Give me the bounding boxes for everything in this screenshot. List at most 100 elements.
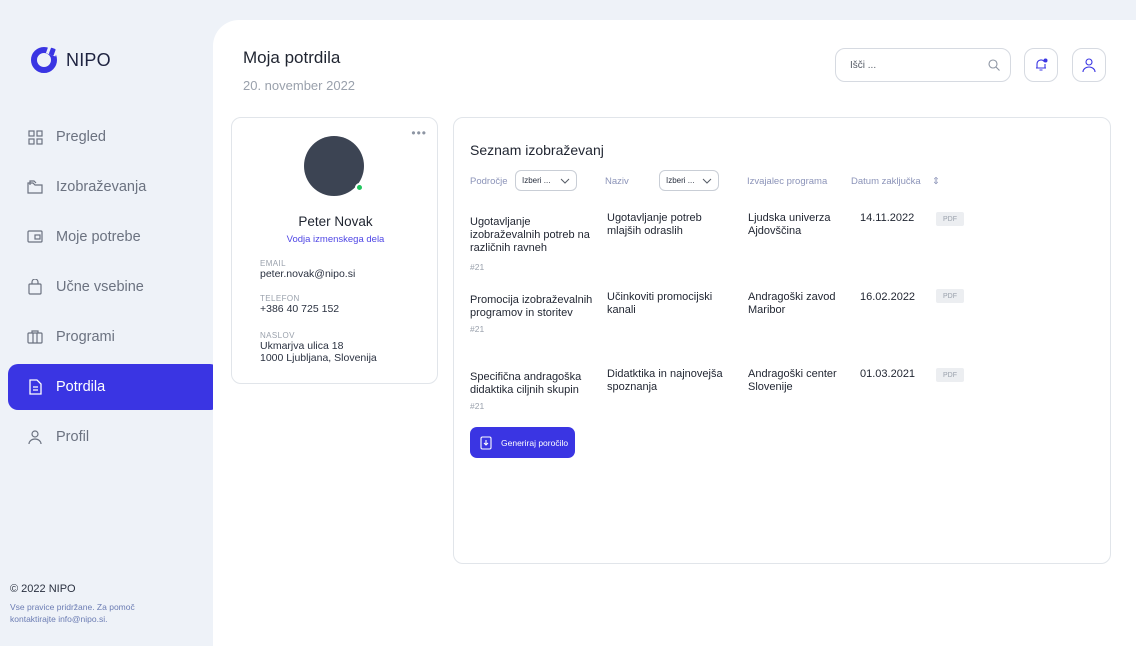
table-row-area: Ugotavljanje izobraževalnih potreb na ra… [470,216,590,255]
page-date: 20. november 2022 [243,78,356,93]
list-title: Seznam izobraževanj [470,142,604,158]
table-row-provider: Andragoški zavod Maribor [748,291,835,317]
generate-report-label: Generiraj poročilo [501,437,569,448]
provider-line: Ljudska univerza [748,212,831,224]
area-line: različnih ravneh [470,242,548,254]
generate-report-button[interactable]: Generiraj poročilo [470,427,575,458]
email-info: EMAIL peter.novak@nipo.si [260,259,355,280]
email-label: EMAIL [260,259,287,268]
table-row-provider: Ljudska univerza Ajdovščina [748,212,831,238]
footer-contact-line: kontaktirajte info@nipo.si. [10,614,108,624]
pdf-download-button[interactable]: PDF [936,368,964,382]
sidebar-item-label: Moje potrebe [56,229,141,245]
area-line: Specifična andragoška [470,371,582,383]
sidebar-item-pregled[interactable]: Pregled [8,114,220,160]
pdf-download-button[interactable]: PDF [936,212,964,226]
address-info: NASLOV Ukmarjva ulica 18 1000 Ljubljana,… [260,331,377,364]
sidebar-item-label: Profil [56,429,90,445]
area-line: Ugotavljanje [470,216,531,228]
logo[interactable]: NIPO [30,46,111,74]
sidebar-item-moje-potrebe[interactable]: Moje potrebe [8,214,220,260]
name-line: kanali [607,304,636,316]
area-line: izobraževalnih potreb na [470,229,590,241]
file-download-icon [480,435,494,450]
email-value: peter.novak@nipo.si [260,268,356,280]
notifications-button[interactable] [1024,48,1058,82]
search-input[interactable]: Išči ... [835,48,1011,82]
area-line: didaktika ciljnih skupin [470,384,579,396]
provider-line: Andragoški zavod [748,291,836,303]
name-line: spoznanja [607,381,658,393]
table-row-area: Promocija izobraževalnih programov in st… [470,294,592,320]
pdf-download-button[interactable]: PDF [936,289,964,303]
area-line: Promocija izobraževalnih [470,294,593,306]
sidebar-item-potrdila[interactable]: Potrdila [8,364,220,410]
area-filter-value: Izberi ... [522,176,551,185]
table-row-date: 16.02.2022 [860,291,916,303]
row-number: #21 [470,401,485,411]
name-line: Učinkoviti promocijski [607,291,713,303]
main-panel: Moja potrdila 20. november 2022 Išči ...… [213,20,1136,646]
table-row-name: Didatktika in najnovejša spoznanja [607,368,723,394]
programs-icon [26,328,44,346]
provider-line: Maribor [748,304,786,316]
sidebar-item-programi[interactable]: Programi [8,314,220,360]
phone-value: +386 40 725 152 [260,303,340,315]
search-placeholder: Išči ... [850,59,877,71]
footer: © 2022 NIPO Vse pravice pridržane. Za po… [10,583,135,625]
sidebar-nav: Pregled Izobraževanja Moje potrebe Učne … [8,114,220,464]
table-row-name: Ugotavljanje potreb mlajših odraslih [607,212,702,238]
document-icon [26,378,44,396]
provider-column-header[interactable]: Izvajalec programa [747,176,827,187]
sidebar-item-label: Izobraževanja [56,179,147,195]
online-status-icon [355,183,364,192]
sidebar-item-label: Učne vsebine [56,279,144,295]
table-row-date: 01.03.2021 [860,368,916,380]
sidebar-item-ucne-vsebine[interactable]: Učne vsebine [8,264,220,310]
table-row-area: Specifična andragoška didaktika ciljnih … [470,371,581,397]
name-line: mlajših odraslih [607,225,683,237]
profile-card: ••• Peter Novak Vodja izmenskega dela EM… [231,117,438,384]
copyright: © 2022 NIPO [10,583,76,595]
more-options-icon[interactable]: ••• [411,126,427,140]
provider-line: Andragoški center [748,368,837,380]
phone-label: TELEFON [260,294,300,303]
row-number: #21 [470,262,485,272]
footer-help-line: Vse pravice pridržane. Za pomoč [10,602,135,612]
table-row-provider: Andragoški center Slovenije [748,368,837,394]
training-list: Seznam izobraževanj Področje Izberi ... … [453,117,1111,564]
sidebar-item-izobrazevanja[interactable]: Izobraževanja [8,164,220,210]
name-filter-value: Izberi ... [666,176,695,185]
user-menu-button[interactable] [1072,48,1106,82]
sidebar: NIPO Pregled Izobraževanja Moje potrebe … [0,0,220,646]
name-line: Didatktika in najnovejša [607,368,723,380]
profile-name: Peter Novak [298,214,373,229]
area-filter-select[interactable]: Izberi ... [515,170,577,191]
brand-name: NIPO [66,49,111,70]
folder-icon [26,178,44,196]
name-line: Ugotavljanje potreb [607,212,702,224]
name-filter-select[interactable]: Izberi ... [659,170,719,191]
chevron-down-icon [702,178,712,184]
page-title: Moja potrdila [243,48,341,67]
sidebar-item-label: Potrdila [56,379,106,395]
screen-icon [26,228,44,246]
provider-line: Ajdovščina [748,225,802,237]
user-icon [26,428,44,446]
date-column-header[interactable]: Datum zaključka [851,176,921,187]
bag-icon [26,278,44,296]
table-row-date: 14.11.2022 [860,212,915,224]
bell-icon [1036,58,1048,71]
chevron-down-icon [560,178,570,184]
area-line: programov in storitev [470,307,573,319]
name-filter-label: Naziv [605,176,629,187]
address-line1: Ukmarjva ulica 18 [260,340,344,352]
provider-line: Slovenije [748,381,793,393]
sidebar-item-label: Programi [56,329,115,345]
table-row-name: Učinkoviti promocijski kanali [607,291,712,317]
sidebar-item-profil[interactable]: Profil [8,414,220,460]
avatar [304,136,364,196]
sort-icon[interactable]: ⇕ [932,176,940,187]
area-filter-label: Področje [470,176,508,187]
address-line2: 1000 Ljubljana, Slovenija [260,352,377,364]
